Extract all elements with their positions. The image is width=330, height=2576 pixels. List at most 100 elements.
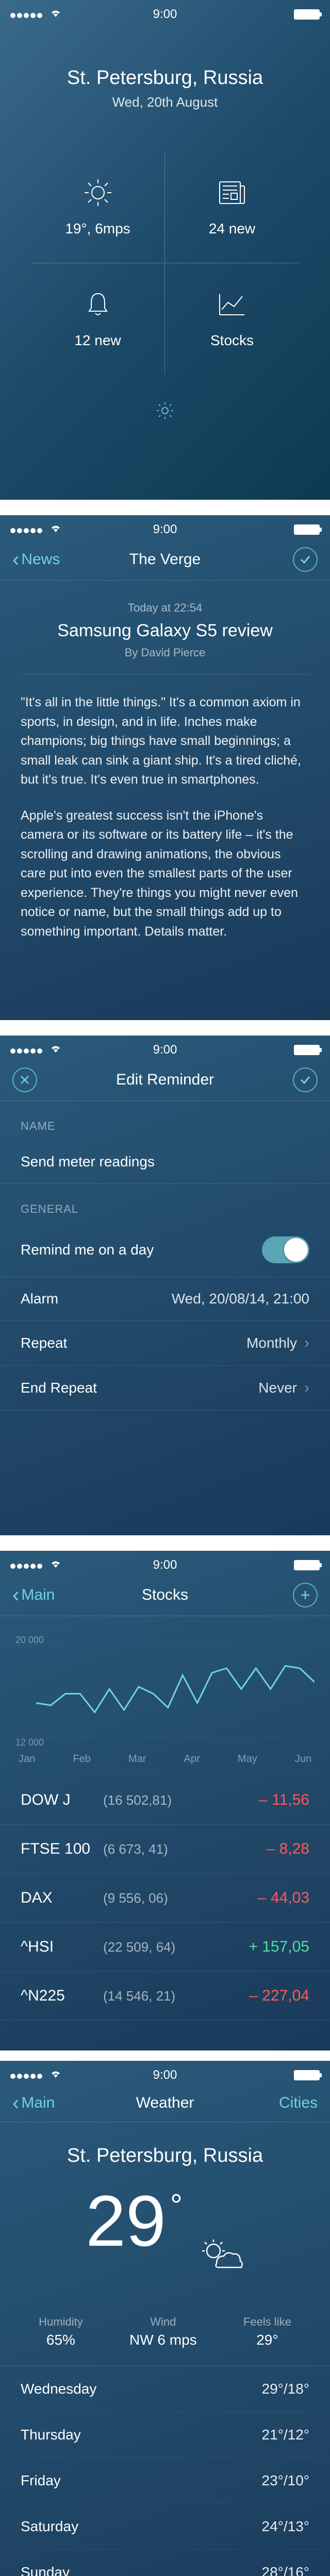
stock-change: + 157,05: [249, 1938, 309, 1956]
location-title: St. Petersburg, Russia: [0, 67, 330, 89]
month-label: Feb: [73, 1753, 90, 1765]
alarm-label: Alarm: [21, 1291, 58, 1307]
forecast-day: Friday: [21, 2472, 61, 2489]
forecast-day: Sunday: [21, 2564, 70, 2576]
stock-price: (16 502,81): [103, 1792, 259, 1808]
end-repeat-label: End Repeat: [21, 1380, 97, 1396]
repeat-value: Monthly: [246, 1335, 297, 1351]
back-button[interactable]: ‹News: [12, 549, 60, 570]
forecast-row[interactable]: Thursday 21°/12°: [0, 2412, 330, 2458]
battery-icon: [294, 524, 320, 535]
forecast-day: Wednesday: [21, 2381, 96, 2397]
forecast-temp: 21°/12°: [262, 2427, 309, 2443]
news-tile[interactable]: 24 new: [165, 151, 299, 263]
stock-row[interactable]: FTSE 100(6 673, 41)– 8,28: [0, 1825, 330, 1874]
back-button[interactable]: ‹Main: [12, 2093, 55, 2113]
month-label: Jun: [295, 1753, 311, 1765]
feels-like-value: 29°: [243, 2332, 291, 2348]
general-section-label: GENERAL: [0, 1184, 330, 1223]
reminders-tile-label: 12 new: [74, 332, 121, 349]
signal-dots-icon: [10, 1558, 44, 1572]
article-timestamp: Today at 22:54: [21, 601, 309, 615]
y-axis-max: 20 000: [15, 1635, 44, 1646]
battery-icon: [294, 1560, 320, 1570]
chevron-left-icon: ‹: [12, 549, 19, 570]
newspaper-icon: [218, 177, 246, 208]
weather-tile[interactable]: 19°, 6mps: [31, 151, 165, 263]
forecast-row[interactable]: Sunday 28°/16°: [0, 2550, 330, 2576]
nav-title: Weather: [136, 2094, 194, 2112]
status-bar: 9:00: [0, 1036, 330, 1061]
alarm-row[interactable]: Alarm Wed, 20/08/14, 21:00: [0, 1277, 330, 1321]
confirm-button[interactable]: [293, 547, 318, 572]
forecast-temp: 28°/16°: [262, 2564, 309, 2576]
nav-title: Edit Reminder: [116, 1071, 214, 1089]
settings-button[interactable]: [155, 414, 175, 423]
y-axis-min: 12 000: [15, 1737, 44, 1748]
humidity-value: 65%: [39, 2332, 83, 2348]
date-subtitle: Wed, 20th August: [0, 94, 330, 110]
confirm-button[interactable]: [293, 1067, 318, 1092]
repeat-row[interactable]: Repeat Monthly›: [0, 1321, 330, 1366]
stock-row[interactable]: ^N225(14 546, 21)– 227,04: [0, 1972, 330, 2021]
add-button[interactable]: [293, 1583, 318, 1607]
wifi-icon: [49, 1558, 62, 1572]
stock-price: (14 546, 21): [103, 1988, 249, 2004]
signal-dots-icon: [10, 7, 44, 21]
end-repeat-row[interactable]: End Repeat Never ›: [0, 1366, 330, 1411]
article-body: "It's all in the little things." It's a …: [0, 674, 330, 976]
end-repeat-value: Never: [258, 1380, 297, 1396]
back-label: Main: [21, 1586, 55, 1604]
dashboard-grid: 19°, 6mps 24 new 12 new Stocks: [31, 151, 299, 375]
weather-stats: Humidity65% WindNW 6 mps Feels like29°: [0, 2305, 330, 2366]
remind-day-toggle[interactable]: [262, 1236, 309, 1263]
forecast-row[interactable]: Wednesday 29°/18°: [0, 2366, 330, 2412]
back-button[interactable]: ‹Main: [12, 1585, 55, 1605]
month-label: May: [238, 1753, 257, 1765]
partly-cloudy-icon: [198, 2207, 244, 2291]
status-time: 9:00: [153, 2068, 177, 2082]
stock-change: – 44,03: [258, 1889, 309, 1907]
close-button[interactable]: [12, 1067, 37, 1092]
reminder-name-field[interactable]: Send meter readings: [0, 1140, 330, 1184]
forecast-temp: 29°/18°: [262, 2381, 309, 2397]
article-author: By David Pierce: [21, 646, 309, 659]
remind-day-row: Remind me on a day: [0, 1223, 330, 1277]
stock-symbol: ^HSI: [21, 1938, 103, 1956]
back-label: Main: [21, 2094, 55, 2112]
reminders-tile[interactable]: 12 new: [31, 263, 165, 375]
forecast-row[interactable]: Friday23°/10°: [0, 2458, 330, 2504]
chevron-right-icon: ›: [304, 1379, 309, 1397]
stock-change: – 227,04: [249, 1987, 309, 2005]
forecast-day: Thursday: [21, 2427, 81, 2443]
stock-price: (6 673, 41): [103, 1841, 267, 1857]
chevron-left-icon: ‹: [12, 1585, 19, 1605]
stock-price: (22 509, 64): [103, 1939, 249, 1955]
name-section-label: NAME: [0, 1101, 330, 1140]
stock-symbol: ^N225: [21, 1987, 103, 2005]
battery-icon: [294, 1045, 320, 1055]
wifi-icon: [49, 522, 62, 537]
nav-title: The Verge: [129, 551, 201, 568]
temp-value: 29: [86, 2179, 166, 2263]
chevron-left-icon: ‹: [12, 2093, 19, 2113]
stocks-chart: 20 000 12 000: [15, 1635, 315, 1748]
stock-row[interactable]: DAX(9 556, 06)– 44,03: [0, 1874, 330, 1923]
cities-button[interactable]: Cities: [279, 2094, 318, 2112]
stock-row[interactable]: ^HSI(22 509, 64)+ 157,05: [0, 1923, 330, 1972]
weather-location: St. Petersburg, Russia: [0, 2145, 330, 2167]
current-temperature: 29°: [0, 2179, 330, 2291]
bell-icon: [85, 289, 111, 320]
article-paragraph: Apple's greatest success isn't the iPhon…: [21, 806, 309, 942]
wifi-icon: [49, 1043, 62, 1057]
forecast-row[interactable]: Saturday24°/13°: [0, 2504, 330, 2550]
status-bar: 9:00: [0, 1551, 330, 1577]
stocks-tile[interactable]: Stocks: [165, 263, 299, 375]
stock-change: – 8,28: [267, 1840, 309, 1858]
stock-row[interactable]: DOW J(16 502,81)– 11,56: [0, 1776, 330, 1825]
wifi-icon: [49, 2068, 62, 2082]
month-label: Mar: [128, 1753, 146, 1765]
stock-symbol: DOW J: [21, 1791, 103, 1809]
status-bar: 9:00: [0, 0, 330, 26]
weather-tile-label: 19°, 6mps: [65, 221, 130, 237]
